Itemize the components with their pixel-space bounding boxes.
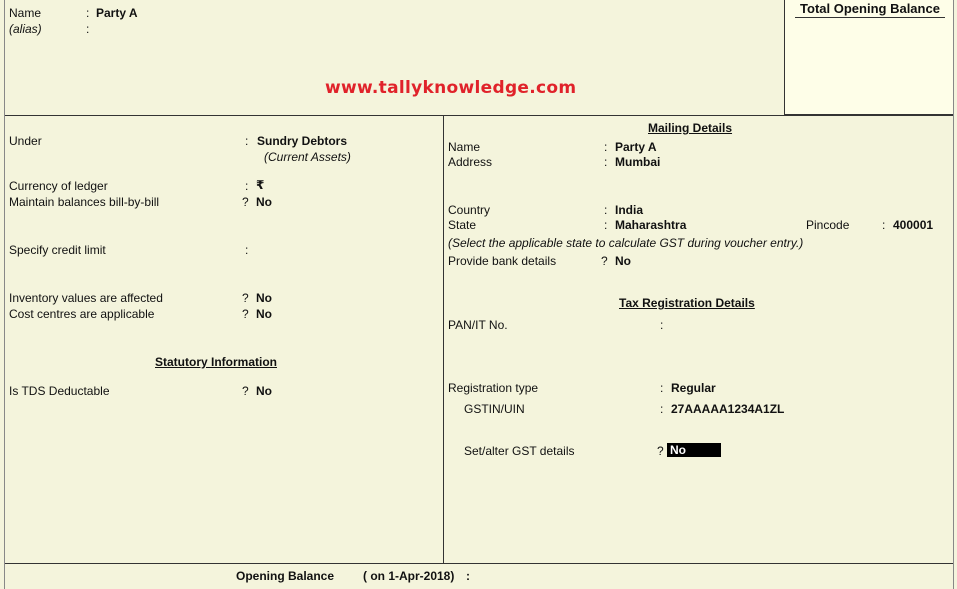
opening-balance-label: Opening Balance [236,569,335,583]
ledger-name-label: Name [9,6,42,20]
address-sep: : [604,155,608,169]
mailing-name-label: Name [448,140,481,154]
column-divider [443,115,444,563]
footer-divider [4,563,953,564]
mailing-details-title: Mailing Details [648,121,733,135]
total-opening-balance-panel: Total Opening Balance [784,0,954,115]
gst-details-label: Set/alter GST details [464,444,575,458]
country-field[interactable]: India [615,203,643,217]
credit-limit-sep: : [245,243,249,257]
gstin-label: GSTIN/UIN [464,402,525,416]
right-border [953,0,954,589]
statutory-info-title: Statutory Information [155,355,277,369]
alias-field[interactable] [96,22,296,36]
state-sep: : [604,218,608,232]
bill-by-bill-field[interactable]: No [256,195,272,209]
under-sep: : [245,134,249,148]
gst-details-field[interactable]: No [667,443,721,457]
registration-type-label: Registration type [448,381,539,395]
state-gst-note: (Select the applicable state to calculat… [448,236,804,250]
opening-balance-sep: : [466,569,470,583]
pan-label: PAN/IT No. [448,318,508,332]
alias-label: (alias) [9,22,42,36]
credit-limit-field[interactable] [256,243,406,257]
mailing-name-sep: : [604,140,608,154]
ledger-name-field[interactable]: Party A [96,6,138,20]
under-group-parent: (Current Assets) [264,150,351,164]
inventory-field[interactable]: No [256,291,272,305]
ledger-name-sep: : [86,6,90,20]
pan-field[interactable] [671,318,851,332]
gst-details-sep: ? [657,444,664,458]
cost-centres-field[interactable]: No [256,307,272,321]
header-divider [4,115,953,116]
gstin-sep: : [660,402,664,416]
inventory-sep: ? [242,291,249,305]
country-label: Country [448,203,491,217]
currency-label: Currency of ledger [9,179,108,193]
under-label: Under [9,134,42,148]
bank-details-sep: ? [601,254,608,268]
gstin-field[interactable]: 27AAAAA1234A1ZL [671,402,784,416]
bill-by-bill-label: Maintain balances bill-by-bill [9,195,160,209]
bank-details-label: Provide bank details [448,254,557,268]
bank-details-field[interactable]: No [615,254,631,268]
left-border [4,0,5,589]
currency-sep: : [245,179,249,193]
tax-registration-title: Tax Registration Details [619,296,755,310]
bill-by-bill-sep: ? [242,195,249,209]
pincode-field[interactable]: 400001 [893,218,933,232]
registration-type-field[interactable]: Regular [671,381,716,395]
state-field[interactable]: Maharashtra [615,218,686,232]
opening-balance-date: ( on 1-Apr-2018) [363,569,455,583]
credit-limit-label: Specify credit limit [9,243,106,257]
under-field[interactable]: Sundry Debtors [257,134,347,148]
address-label: Address [448,155,493,169]
country-sep: : [604,203,608,217]
inventory-label: Inventory values are affected [9,291,163,305]
opening-balance-field[interactable] [478,569,678,583]
alias-sep: : [86,22,90,36]
tds-label: Is TDS Deductable [9,384,110,398]
cost-centres-label: Cost centres are applicable [9,307,155,321]
registration-type-sep: : [660,381,664,395]
currency-field[interactable]: ₹ [256,178,264,192]
state-label: State [448,218,477,232]
cost-centres-sep: ? [242,307,249,321]
pan-sep: : [660,318,664,332]
pincode-label: Pincode [806,218,850,232]
address-field[interactable]: Mumbai [615,155,660,169]
mailing-name-field[interactable]: Party A [615,140,657,154]
tds-field[interactable]: No [256,384,272,398]
tds-sep: ? [242,384,249,398]
pincode-sep: : [882,218,886,232]
watermark-text: www.tallyknowledge.com [325,78,577,98]
total-opening-balance-title: Total Opening Balance [795,1,945,18]
